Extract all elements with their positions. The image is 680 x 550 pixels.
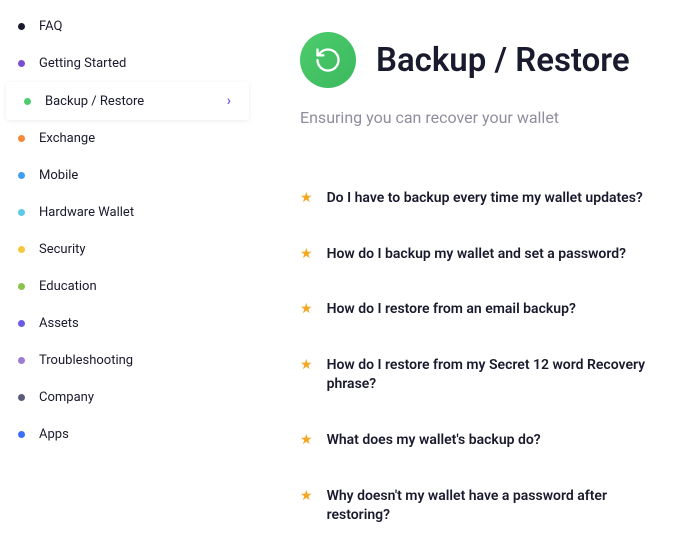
category-dot-icon: [18, 23, 25, 30]
star-icon: ★: [300, 300, 313, 320]
article-title: How do I backup my wallet and set a pass…: [327, 245, 626, 265]
articles-list: ★ Do I have to backup every time my walle…: [300, 177, 660, 550]
sidebar-item-backup-restore[interactable]: Backup / Restore ›: [6, 82, 249, 120]
category-dot-icon: [18, 135, 25, 142]
article-item[interactable]: ★ Why doesn't my wallet have a password a…: [300, 475, 660, 550]
sidebar-item-getting-started[interactable]: Getting Started: [0, 45, 255, 82]
star-icon: ★: [300, 189, 313, 209]
sidebar-item-label: Hardware Wallet: [39, 205, 134, 220]
sidebar-item-label: Company: [39, 390, 94, 405]
article-title: Why doesn't my wallet have a password af…: [327, 487, 660, 526]
article-title: What does my wallet's backup do?: [327, 431, 541, 451]
star-icon: ★: [300, 356, 313, 376]
sidebar-item-label: Security: [39, 242, 86, 257]
category-dot-icon: [18, 283, 25, 290]
category-dot-icon: [24, 98, 31, 105]
star-icon: ★: [300, 245, 313, 265]
article-title: How do I restore from an email backup?: [327, 300, 576, 320]
sidebar-item-label: FAQ: [39, 19, 62, 34]
sidebar-item-troubleshooting[interactable]: Troubleshooting: [0, 342, 255, 379]
sidebar-item-assets[interactable]: Assets: [0, 305, 255, 342]
page-subtitle: Ensuring you can recover your wallet: [300, 108, 660, 127]
category-dot-icon: [18, 431, 25, 438]
article-item[interactable]: ★ How do I restore from an email backup?: [300, 288, 660, 344]
star-icon: ★: [300, 431, 313, 451]
sidebar-item-exchange[interactable]: Exchange: [0, 120, 255, 157]
category-dot-icon: [18, 246, 25, 253]
sidebar-item-label: Education: [39, 279, 97, 294]
category-dot-icon: [18, 394, 25, 401]
category-dot-icon: [18, 172, 25, 179]
sidebar-item-label: Mobile: [39, 168, 78, 183]
sidebar-item-label: Apps: [39, 427, 69, 442]
article-item[interactable]: ★ How do I restore from my Secret 12 word…: [300, 344, 660, 419]
category-dot-icon: [18, 320, 25, 327]
sidebar-item-education[interactable]: Education: [0, 268, 255, 305]
sidebar-item-label: Assets: [39, 316, 79, 331]
sidebar-item-label: Backup / Restore: [45, 94, 144, 109]
star-icon: ★: [300, 487, 313, 507]
category-dot-icon: [18, 209, 25, 216]
main-content: Backup / Restore Ensuring you can recove…: [255, 0, 680, 537]
sidebar-item-label: Troubleshooting: [39, 353, 133, 368]
sidebar-item-company[interactable]: Company: [0, 379, 255, 416]
article-title: Do I have to backup every time my wallet…: [327, 189, 643, 209]
article-item[interactable]: ★ How do I backup my wallet and set a pas…: [300, 233, 660, 289]
article-title: How do I restore from my Secret 12 word …: [327, 356, 660, 395]
category-dot-icon: [18, 60, 25, 67]
sidebar-item-label: Getting Started: [39, 56, 126, 71]
restore-icon: [300, 32, 356, 88]
page-title: Backup / Restore: [376, 41, 630, 80]
sidebar-item-apps[interactable]: Apps: [0, 416, 255, 453]
article-item[interactable]: ★ Do I have to backup every time my walle…: [300, 177, 660, 233]
sidebar-item-mobile[interactable]: Mobile: [0, 157, 255, 194]
page-header: Backup / Restore: [300, 32, 660, 88]
chevron-right-icon: ›: [227, 93, 231, 109]
sidebar-item-hardware-wallet[interactable]: Hardware Wallet: [0, 194, 255, 231]
sidebar-item-label: Exchange: [39, 131, 95, 146]
article-item[interactable]: ★ What does my wallet's backup do?: [300, 419, 660, 475]
sidebar-item-faq[interactable]: FAQ: [0, 8, 255, 45]
category-dot-icon: [18, 357, 25, 364]
sidebar: FAQ Getting Started Backup / Restore › Excha…: [0, 0, 255, 537]
sidebar-item-security[interactable]: Security: [0, 231, 255, 268]
